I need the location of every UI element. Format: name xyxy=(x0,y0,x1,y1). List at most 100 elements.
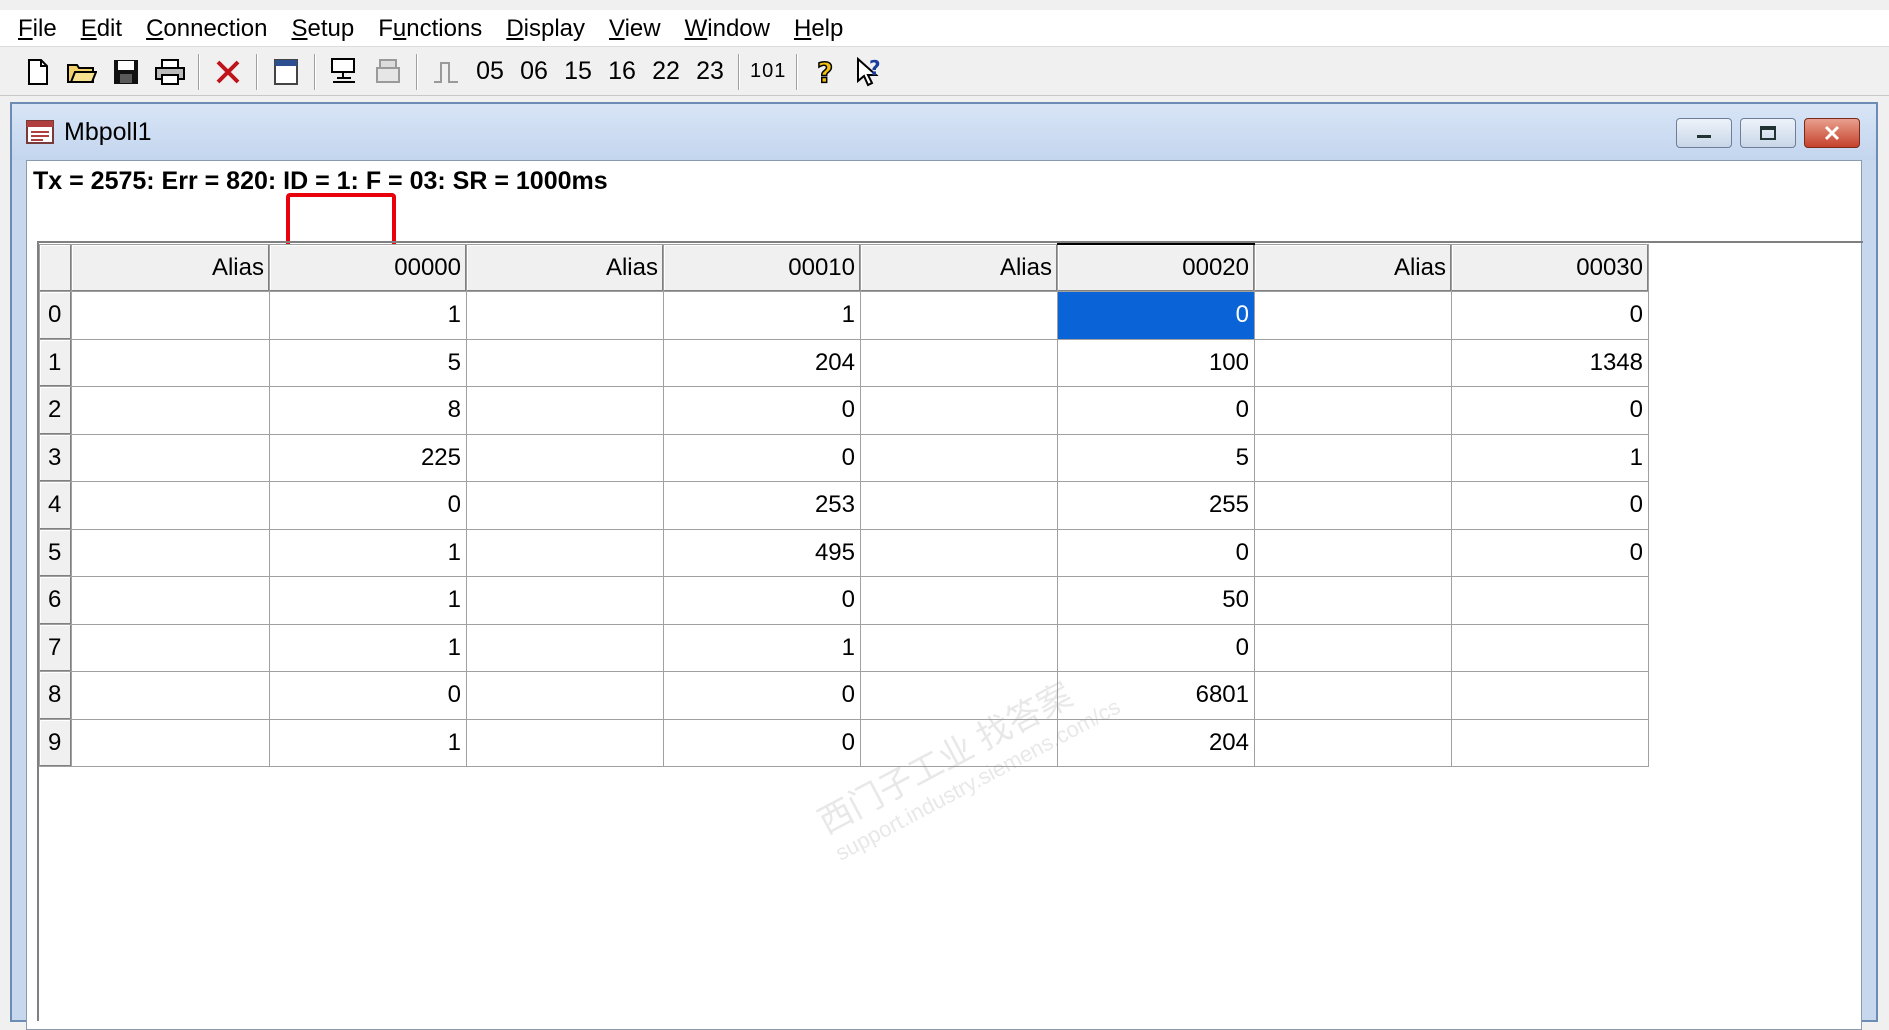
row-header[interactable]: 8 xyxy=(39,671,72,720)
register-value-cell[interactable]: 0 xyxy=(1451,291,1649,340)
register-value-cell[interactable]: 0 xyxy=(663,718,861,767)
alias-cell[interactable] xyxy=(71,718,270,767)
column-header-alias[interactable]: Alias xyxy=(466,243,664,292)
alias-cell[interactable] xyxy=(860,528,1058,577)
alias-cell[interactable] xyxy=(1254,671,1452,720)
register-value-cell[interactable]: 255 xyxy=(1057,481,1255,530)
alias-cell[interactable] xyxy=(860,718,1058,767)
register-value-cell[interactable]: 1 xyxy=(269,576,467,625)
row-header[interactable]: 0 xyxy=(39,291,72,340)
window-title-bar[interactable]: Mbpoll1 xyxy=(12,104,1876,160)
register-value-cell[interactable]: 0 xyxy=(269,481,467,530)
menu-item-edit[interactable]: Edit xyxy=(69,10,134,47)
menu-item-view[interactable]: View xyxy=(597,10,673,47)
minimize-button[interactable] xyxy=(1676,118,1732,148)
alias-cell[interactable] xyxy=(860,623,1058,672)
alias-cell[interactable] xyxy=(466,338,664,387)
column-header-alias[interactable]: Alias xyxy=(1254,243,1452,292)
alias-cell[interactable] xyxy=(71,528,270,577)
alias-cell[interactable] xyxy=(466,671,664,720)
alias-cell[interactable] xyxy=(466,623,664,672)
register-value-cell[interactable]: 0 xyxy=(269,671,467,720)
register-value-cell[interactable]: 1 xyxy=(663,623,861,672)
register-value-cell[interactable]: 0 xyxy=(1451,481,1649,530)
register-value-cell[interactable]: 50 xyxy=(1057,576,1255,625)
register-value-cell[interactable] xyxy=(1451,576,1649,625)
menu-item-file[interactable]: File xyxy=(6,10,69,47)
alias-cell[interactable] xyxy=(466,481,664,530)
alias-cell[interactable] xyxy=(71,481,270,530)
alias-cell[interactable] xyxy=(1254,386,1452,435)
column-header-address[interactable]: 00000 xyxy=(269,243,467,292)
register-value-cell[interactable]: 1 xyxy=(269,623,467,672)
row-header[interactable]: 4 xyxy=(39,481,72,530)
alias-cell[interactable] xyxy=(860,338,1058,387)
register-value-cell[interactable]: 5 xyxy=(269,338,467,387)
restore-button[interactable] xyxy=(1740,118,1796,148)
register-value-cell[interactable]: 0 xyxy=(1451,528,1649,577)
function-22-button[interactable]: 22 xyxy=(646,52,686,92)
alias-cell[interactable] xyxy=(860,386,1058,435)
alias-cell[interactable] xyxy=(466,386,664,435)
close-button[interactable] xyxy=(1804,118,1860,148)
alias-cell[interactable] xyxy=(466,433,664,482)
new-file-icon[interactable] xyxy=(18,52,58,92)
alias-cell[interactable] xyxy=(71,623,270,672)
alias-cell[interactable] xyxy=(71,386,270,435)
save-disk-icon[interactable] xyxy=(106,52,146,92)
row-header[interactable]: 3 xyxy=(39,433,72,482)
register-value-cell[interactable] xyxy=(1451,671,1649,720)
disconnect-icon[interactable] xyxy=(368,52,408,92)
row-header[interactable]: 1 xyxy=(39,338,72,387)
column-header-alias[interactable]: Alias xyxy=(71,243,270,292)
register-value-cell[interactable]: 1 xyxy=(1451,433,1649,482)
open-folder-icon[interactable] xyxy=(62,52,102,92)
register-value-cell[interactable] xyxy=(1451,623,1649,672)
register-value-cell[interactable]: 0 xyxy=(663,433,861,482)
print-icon[interactable] xyxy=(150,52,190,92)
register-value-cell[interactable]: 8 xyxy=(269,386,467,435)
column-header-address[interactable]: 00010 xyxy=(663,243,861,292)
register-value-cell[interactable]: 0 xyxy=(663,671,861,720)
register-value-cell[interactable]: 0 xyxy=(1057,386,1255,435)
row-header[interactable]: 2 xyxy=(39,386,72,435)
menu-item-connection[interactable]: Connection xyxy=(134,10,279,47)
function-23-button[interactable]: 23 xyxy=(690,52,730,92)
register-value-cell[interactable]: 5 xyxy=(1057,433,1255,482)
menu-item-window[interactable]: Window xyxy=(673,10,782,47)
register-value-cell[interactable]: 1348 xyxy=(1451,338,1649,387)
register-value-cell[interactable]: 0 xyxy=(1451,386,1649,435)
alias-cell[interactable] xyxy=(1254,623,1452,672)
alias-cell[interactable] xyxy=(466,718,664,767)
register-value-cell[interactable]: 225 xyxy=(269,433,467,482)
grid-corner-cell[interactable] xyxy=(39,243,72,292)
register-value-cell-selected[interactable]: 0 xyxy=(1057,291,1255,340)
menu-item-display[interactable]: Display xyxy=(494,10,597,47)
alias-cell[interactable] xyxy=(71,433,270,482)
register-value-cell[interactable]: 204 xyxy=(1057,718,1255,767)
register-value-cell[interactable]: 495 xyxy=(663,528,861,577)
register-value-cell[interactable]: 0 xyxy=(1057,528,1255,577)
register-value-cell[interactable]: 0 xyxy=(663,386,861,435)
alias-cell[interactable] xyxy=(1254,576,1452,625)
alias-cell[interactable] xyxy=(860,576,1058,625)
alias-cell[interactable] xyxy=(71,576,270,625)
context-help-icon[interactable]: ? xyxy=(850,52,890,92)
alias-cell[interactable] xyxy=(71,291,270,340)
column-header-address[interactable]: 00030 xyxy=(1451,243,1649,292)
alias-cell[interactable] xyxy=(466,576,664,625)
column-header-address[interactable]: 00020 xyxy=(1057,243,1255,292)
row-header[interactable]: 9 xyxy=(39,718,72,767)
alias-cell[interactable] xyxy=(860,291,1058,340)
function-15-button[interactable]: 15 xyxy=(558,52,598,92)
alias-cell[interactable] xyxy=(71,671,270,720)
alias-cell[interactable] xyxy=(71,338,270,387)
alias-cell[interactable] xyxy=(1254,291,1452,340)
register-value-cell[interactable]: 0 xyxy=(663,576,861,625)
connect-icon[interactable] xyxy=(324,52,364,92)
register-value-cell[interactable]: 1 xyxy=(269,291,467,340)
alias-cell[interactable] xyxy=(1254,338,1452,387)
alias-cell[interactable] xyxy=(466,291,664,340)
alias-cell[interactable] xyxy=(1254,718,1452,767)
register-value-cell[interactable]: 1 xyxy=(663,291,861,340)
